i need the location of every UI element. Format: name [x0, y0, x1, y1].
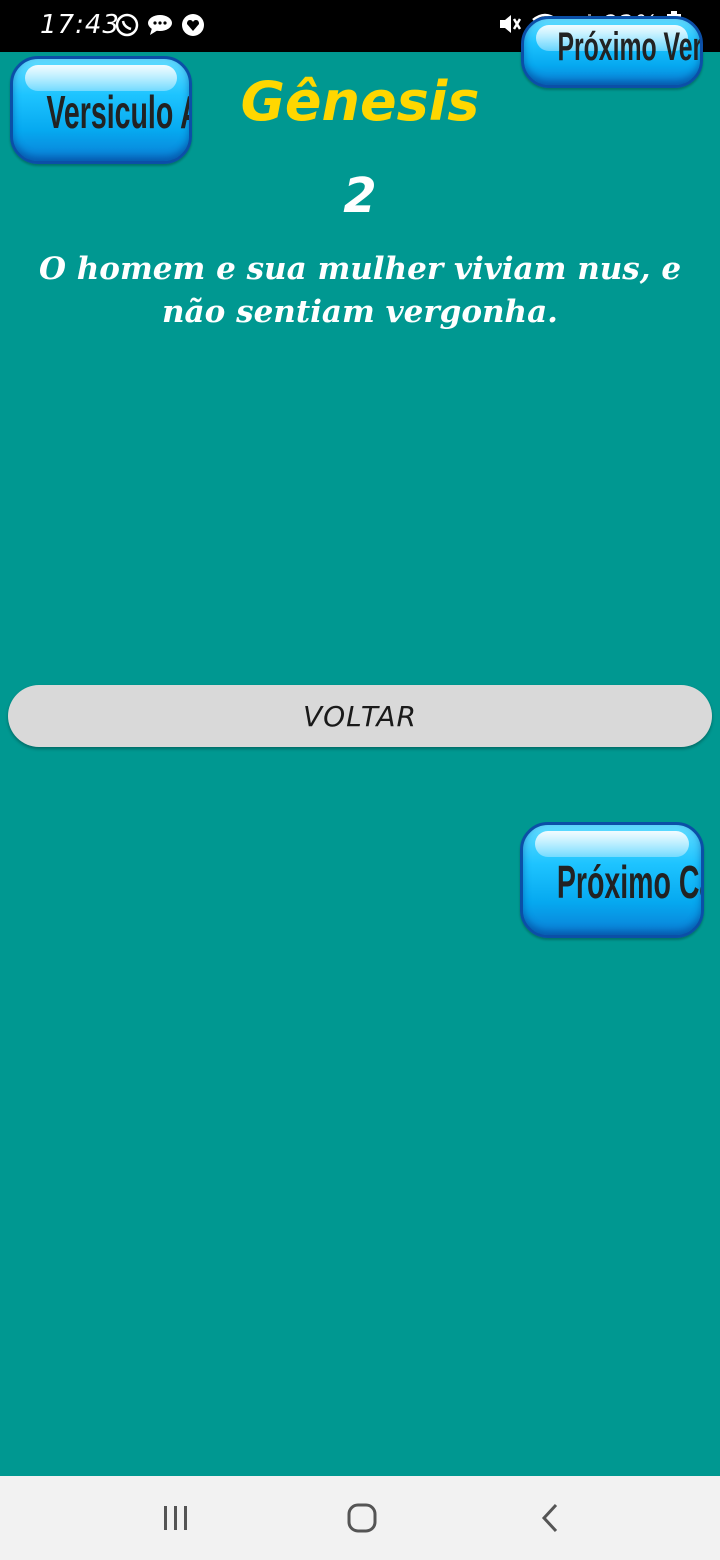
whatsapp-icon [115, 13, 139, 37]
next-chapter-label: Próximo Capítulo [556, 856, 701, 908]
next-chapter-button[interactable]: Próximo Capítulo [520, 822, 704, 938]
previous-verse-button[interactable]: Versiculo Anterior [10, 56, 192, 164]
back-button[interactable]: VOLTAR [8, 685, 712, 747]
home-icon[interactable] [340, 1498, 384, 1538]
verse-text: O homem e sua mulher viviam nus, e não s… [38, 251, 682, 330]
back-icon[interactable] [528, 1498, 572, 1538]
chat-icon [148, 15, 172, 35]
book-title: Gênesis [240, 70, 480, 133]
notification-icons [114, 12, 206, 38]
verse-number: 2 [343, 168, 377, 224]
recents-icon[interactable] [154, 1498, 198, 1538]
navigation-bar [0, 1476, 720, 1560]
next-verse-label: Próximo Versículo [557, 25, 703, 69]
previous-verse-label: Versiculo Anterior [46, 86, 189, 138]
heart-app-icon [182, 14, 204, 36]
mute-icon [499, 15, 521, 33]
screen: 17:43 Próximo Ver Versiculo Gênesis 2 O … [0, 0, 720, 1560]
status-time: 17:43 [40, 10, 120, 40]
next-verse-button[interactable]: Próximo Versículo [521, 16, 703, 88]
back-button-label: VOLTAR [302, 699, 418, 733]
